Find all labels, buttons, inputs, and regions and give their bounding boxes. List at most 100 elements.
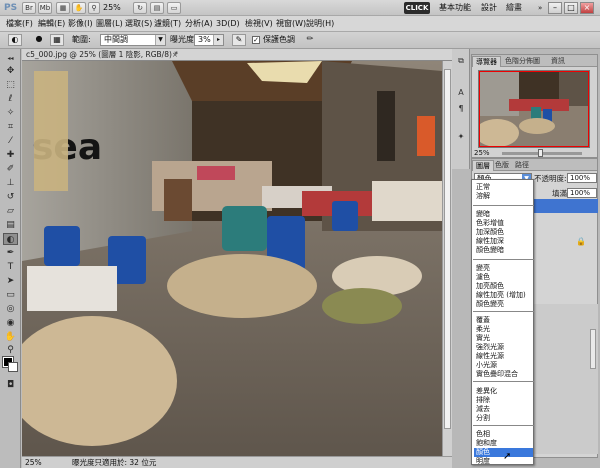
workspace-painting[interactable]: 繪畫	[506, 1, 522, 15]
tab-channels[interactable]: 色版	[492, 160, 512, 171]
canvas-scroll-thumb[interactable]	[444, 69, 451, 429]
document-close-icon[interactable]: ×	[172, 50, 178, 60]
blend-lighten[interactable]: 變亮	[474, 264, 533, 273]
navigator-zoom-slider[interactable]	[502, 149, 582, 157]
menu-layer[interactable]: 圖層(L)	[96, 18, 123, 30]
selected-layer-row[interactable]	[534, 199, 598, 213]
workspace-essentials[interactable]: 基本功能	[439, 1, 471, 15]
menu-edit[interactable]: 編輯(E)	[38, 18, 65, 30]
workspace-more-icon[interactable]: »	[538, 3, 546, 13]
blend-difference[interactable]: 差異化	[474, 387, 533, 396]
screen-mode-icon[interactable]: ▭	[167, 2, 181, 14]
quick-mask-icon[interactable]: ◘	[3, 379, 18, 391]
lasso-tool-icon[interactable]: ℓ	[3, 93, 18, 105]
clone-stamp-tool-icon[interactable]: ⊥	[3, 177, 18, 189]
healing-brush-tool-icon[interactable]: ✚	[3, 149, 18, 161]
menu-window[interactable]: 視窗(W)	[276, 18, 306, 30]
blend-overlay[interactable]: 覆蓋	[474, 316, 533, 325]
tools-collapse-icon[interactable]: ◂◂	[3, 53, 18, 65]
blend-hard-mix[interactable]: 實色疊印混合	[474, 370, 533, 379]
blend-normal[interactable]: 正常	[474, 183, 533, 192]
blend-color-burn[interactable]: 加深顏色	[474, 228, 533, 237]
tab-layers[interactable]: 圖層	[472, 160, 494, 171]
blend-screen[interactable]: 濾色	[474, 273, 533, 282]
menu-help[interactable]: 說明(H)	[306, 18, 334, 30]
blend-vivid-light[interactable]: 強烈光源	[474, 343, 533, 352]
gradient-tool-icon[interactable]: ▤	[3, 219, 18, 231]
blend-lighter-color[interactable]: 顏色變亮	[474, 300, 533, 309]
blend-linear-dodge[interactable]: 線性加亮 (增加)	[474, 291, 533, 300]
canvas-area[interactable]: sea	[22, 61, 452, 456]
menu-analysis[interactable]: 分析(A)	[185, 18, 213, 30]
tab-histogram[interactable]: 色階分佈圖	[502, 56, 543, 67]
blend-darker-color[interactable]: 顏色變暗	[474, 246, 533, 255]
history-brush-tool-icon[interactable]: ↺	[3, 191, 18, 203]
blend-exclusion[interactable]: 排除	[474, 396, 533, 405]
opacity-input[interactable]: 100%	[567, 173, 597, 183]
blend-hard-light[interactable]: 實光	[474, 334, 533, 343]
dodge-tool-icon[interactable]: ◐	[3, 233, 18, 245]
tool-presets-icon[interactable]: ✦	[455, 131, 467, 143]
paragraph-panel-icon[interactable]: ¶	[455, 103, 467, 115]
blend-darken[interactable]: 變暗	[474, 210, 533, 219]
shape-tool-icon[interactable]: ▭	[3, 289, 18, 301]
menu-view[interactable]: 檢視(V)	[245, 18, 273, 30]
hand-tool-icon[interactable]: ✋	[72, 2, 86, 14]
quick-select-tool-icon[interactable]: ✧	[3, 107, 18, 119]
workspace-design[interactable]: 設計	[481, 1, 497, 15]
zoom-tool-icon[interactable]: ⚲	[3, 344, 18, 356]
navigator-thumbnail[interactable]	[478, 70, 590, 148]
eyedropper-tool-icon[interactable]: ⁄	[3, 135, 18, 147]
blend-saturation[interactable]: 飽和度	[474, 439, 533, 448]
navigator-zoom-field[interactable]: 25%	[474, 149, 490, 158]
exposure-input[interactable]: 3% ▸	[194, 34, 224, 46]
brush-size-icon[interactable]: ●	[32, 34, 46, 46]
background-color-swatch[interactable]	[8, 362, 18, 372]
arrange-documents-icon[interactable]: ▤	[150, 2, 164, 14]
blend-divide[interactable]: 分割	[474, 414, 533, 423]
close-button[interactable]: ×	[580, 2, 594, 14]
tab-paths[interactable]: 路徑	[512, 160, 532, 171]
character-panel-icon[interactable]: A	[455, 87, 467, 99]
fill-input[interactable]: 100%	[567, 188, 597, 198]
canvas-vertical-scrollbar[interactable]	[442, 61, 452, 456]
maximize-button[interactable]: □	[564, 2, 578, 14]
mini-bridge-button[interactable]: Mb	[38, 2, 52, 14]
blend-soft-light[interactable]: 柔光	[474, 325, 533, 334]
tab-navigator[interactable]: 導覽器	[472, 56, 501, 67]
marquee-tool-icon[interactable]: ⬚	[3, 79, 18, 91]
rotate-view-icon[interactable]: ↻	[133, 2, 147, 14]
blend-linear-light[interactable]: 線性光源	[474, 352, 533, 361]
menu-file[interactable]: 檔案(F)	[6, 18, 33, 30]
move-tool-icon[interactable]: ✥	[3, 65, 18, 77]
zoom-tool-icon[interactable]: ⚲	[88, 2, 100, 14]
path-select-tool-icon[interactable]: ➤	[3, 275, 18, 287]
blend-hue[interactable]: 色相	[474, 430, 533, 439]
navigator-zoom-knob[interactable]	[538, 149, 543, 157]
layers-scroll-thumb[interactable]	[590, 329, 596, 369]
dodge-tool-preset-icon[interactable]: ◐	[8, 34, 22, 46]
navigator-view-box[interactable]	[479, 71, 589, 147]
pen-tool-icon[interactable]: ✒	[3, 247, 18, 259]
menu-3d[interactable]: 3D(D)	[216, 18, 240, 30]
menu-image[interactable]: 影像(I)	[68, 18, 93, 30]
minimize-button[interactable]: –	[548, 2, 562, 14]
tab-info[interactable]: 資訊	[548, 56, 568, 67]
view-extras-icon[interactable]: ▦	[56, 2, 70, 14]
range-select[interactable]: 中間調 ▼	[100, 34, 166, 46]
brush-tool-icon[interactable]: ✐	[3, 163, 18, 175]
menu-filter[interactable]: 濾鏡(T)	[154, 18, 181, 30]
zoom-level-field[interactable]: 25%	[103, 2, 129, 14]
airbrush-icon[interactable]: ✎	[232, 34, 246, 46]
brush-panel-icon[interactable]: ▦	[50, 34, 64, 46]
crop-tool-icon[interactable]: ⌗	[3, 121, 18, 133]
blend-pin-light[interactable]: 小光源	[474, 361, 533, 370]
bridge-button[interactable]: Br	[22, 2, 36, 14]
blend-dissolve[interactable]: 溶解	[474, 192, 533, 201]
hand-tool-icon[interactable]: ✋	[3, 331, 18, 343]
eraser-tool-icon[interactable]: ▱	[3, 205, 18, 217]
blend-multiply[interactable]: 色彩增值	[474, 219, 533, 228]
blend-subtract[interactable]: 減去	[474, 405, 533, 414]
blend-linear-burn[interactable]: 線性加深	[474, 237, 533, 246]
history-panel-icon[interactable]: ⧉	[455, 55, 467, 67]
